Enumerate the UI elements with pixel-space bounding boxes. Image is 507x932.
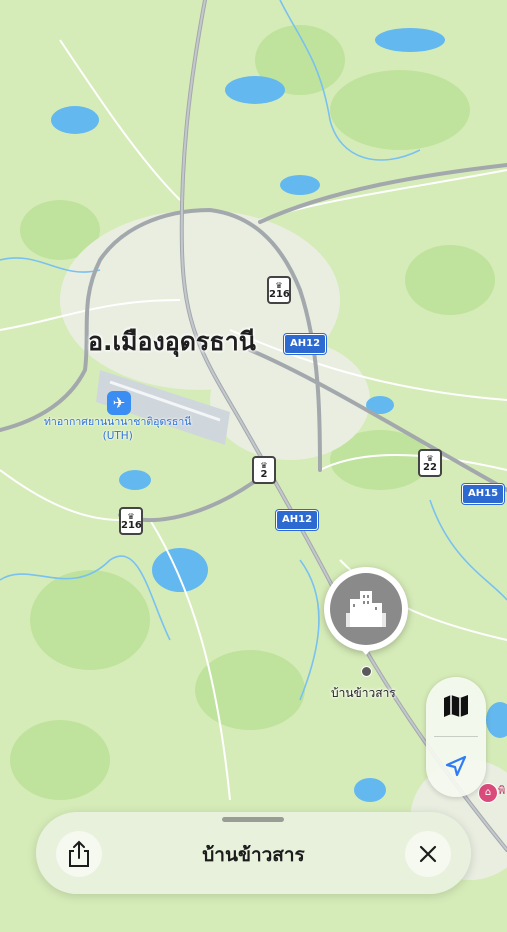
highway-shield-2: ♛ 2 [252,456,276,484]
airport-label[interactable]: ท่าอากาศยานนานาชาติอุดรธานี (UTH) [44,415,191,443]
map-mode-button[interactable] [426,677,486,735]
ah12-shield-south: AH12 [276,510,319,530]
selected-place-pin[interactable] [324,567,408,651]
airport-name: ท่าอากาศยานนานาชาติอุดรธานี [44,416,192,428]
airplane-icon[interactable]: ✈ [107,391,131,415]
museum-poi-label[interactable]: พิ [498,781,505,799]
airport-code: (UTH) [102,430,133,442]
selected-place-label[interactable]: บ้านข้าวสาร [331,684,396,703]
ah12-shield: AH12 [284,334,327,354]
ah15-shield: AH15 [462,484,505,504]
pin-location-dot [361,666,372,677]
pin-tail [357,645,375,655]
highway-shield-216-west: ♛ 216 [119,507,143,535]
city-buildings-icon [346,591,386,627]
sheet-grabber[interactable] [222,817,284,822]
current-location-button[interactable] [426,737,486,795]
close-icon [419,845,437,863]
location-arrow-icon [445,755,467,777]
map-icon [444,695,468,717]
close-button[interactable] [405,831,451,877]
map-controls [426,677,486,797]
city-label: อ.เมืองอุดรธานี [88,327,256,356]
highway-shield-216: ♛ 216 [267,276,291,304]
highway-shield-22: ♛ 22 [418,449,442,477]
place-card[interactable]: บ้านข้าวสาร [36,812,471,894]
